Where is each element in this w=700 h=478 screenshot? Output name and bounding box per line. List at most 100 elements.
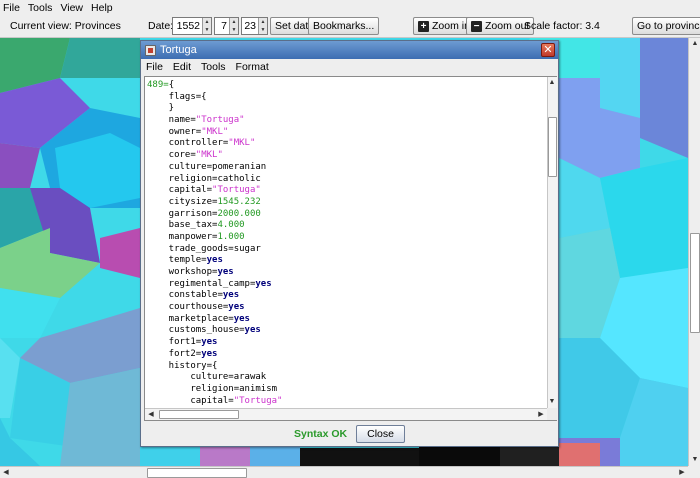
scroll-up-arrow[interactable]: ▲: [689, 38, 700, 50]
map-vscroll-thumb[interactable]: [690, 233, 700, 333]
code-token: yes: [206, 255, 223, 266]
code-line: customs_house=yes: [147, 325, 547, 337]
code-line: workshop=yes: [147, 267, 547, 279]
month-spinner-arrows[interactable]: ▲ ▼: [229, 18, 238, 34]
code-token: capital=: [147, 395, 234, 406]
scale-factor-label: Scale factor: 3.4: [524, 20, 600, 32]
go-to-province-button[interactable]: Go to province: [632, 17, 700, 35]
code-token: yes: [201, 348, 218, 359]
editor-scroll-down-arrow[interactable]: ▼: [547, 396, 557, 408]
main-toolbar: Current view: Provinces Date: 1552 ▲ ▼ 7 …: [0, 15, 700, 38]
map-hscroll-thumb[interactable]: [147, 468, 247, 478]
editor-vertical-scrollbar[interactable]: ▲ ▼: [547, 77, 557, 408]
code-line: 489={: [147, 80, 547, 92]
code-token: temple=: [147, 255, 207, 266]
code-token: yes: [201, 337, 218, 348]
code-token: workshop=: [147, 267, 218, 277]
map-vertical-scrollbar[interactable]: ▲ ▼: [688, 38, 700, 466]
code-token: manpower=: [147, 231, 218, 242]
year-spinner-arrows[interactable]: ▲ ▼: [202, 18, 211, 34]
day-spinner[interactable]: 23 ▲ ▼: [241, 17, 268, 35]
main-menubar: File Tools View Help: [0, 0, 700, 15]
editor-scroll-left-arrow[interactable]: ◀: [145, 409, 157, 421]
day-spinner-arrows[interactable]: ▲ ▼: [258, 18, 267, 34]
close-icon[interactable]: ✕: [541, 43, 555, 57]
syntax-status: Syntax OK: [294, 428, 348, 440]
month-spinner[interactable]: 7 ▲ ▼: [214, 17, 239, 35]
code-token: yes: [255, 278, 272, 289]
code-token: 4.000: [217, 220, 245, 231]
code-token: core=: [147, 150, 196, 161]
code-token: fort2=: [147, 348, 202, 359]
dialog-menu-file[interactable]: File: [146, 61, 163, 73]
code-line: controller="MKL": [147, 138, 547, 150]
dialog-titlebar[interactable]: Tortuga ✕: [141, 41, 558, 59]
code-token: yes: [233, 313, 250, 324]
code-line: }: [147, 103, 547, 115]
code-line: fort1=yes: [147, 337, 547, 349]
code-token: flags={: [147, 91, 207, 102]
code-token: history={: [147, 360, 218, 371]
code-line: flags={: [147, 92, 547, 104]
code-line: religion=animism: [147, 384, 547, 396]
menu-help[interactable]: Help: [91, 2, 113, 14]
code-line: capital="Tortuga": [147, 396, 547, 408]
menu-view[interactable]: View: [60, 2, 83, 14]
zoom-in-label: Zoom in: [432, 20, 470, 32]
code-line: regimental_camp=yes: [147, 279, 547, 291]
code-token: 1.000: [217, 231, 245, 242]
code-token: religion=animism: [147, 383, 278, 394]
menu-file[interactable]: File: [3, 2, 20, 14]
scroll-down-arrow[interactable]: ▼: [689, 454, 700, 466]
code-line: base_tax=4.000: [147, 220, 547, 232]
code-line: fort2=yes: [147, 349, 547, 361]
editor-hscroll-thumb[interactable]: [159, 410, 239, 419]
close-button[interactable]: Close: [356, 425, 405, 443]
scroll-right-arrow[interactable]: ▶: [676, 467, 688, 478]
code-token: 2000.000: [217, 208, 261, 219]
menu-tools[interactable]: Tools: [28, 2, 53, 14]
code-line: culture=arawak: [147, 372, 547, 384]
scrollbar-corner: [688, 466, 700, 478]
dialog-menu-tools[interactable]: Tools: [201, 61, 226, 73]
current-view-label: Current view: Provinces: [10, 20, 121, 32]
editor-scroll-up-arrow[interactable]: ▲: [547, 77, 557, 89]
code-line: constable=yes: [147, 290, 547, 302]
code-token: }: [147, 103, 175, 114]
code-token: capital=: [147, 185, 213, 196]
code-line: owner="MKL": [147, 127, 547, 139]
day-value: 23: [244, 20, 256, 32]
code-token: marketplace=: [147, 313, 234, 324]
editor-horizontal-scrollbar[interactable]: ◀ ▶: [145, 408, 547, 420]
date-label: Date:: [148, 20, 174, 32]
code-token: yes: [217, 267, 234, 277]
code-text-area[interactable]: 489={ flags={ } name="Tortuga" owner="MK…: [145, 77, 547, 408]
scroll-left-arrow[interactable]: ◀: [0, 467, 12, 478]
code-token: yes: [222, 290, 240, 301]
code-token: fort1=: [147, 337, 202, 348]
code-token: garrison=: [147, 208, 218, 219]
code-token: "MKL": [195, 150, 223, 161]
code-line: name="Tortuga": [147, 115, 547, 127]
editor-vscroll-thumb[interactable]: [548, 117, 557, 177]
code-token: trade_goods=sugar: [147, 243, 261, 254]
code-token: "Tortuga": [233, 395, 283, 406]
code-token: base_tax=: [147, 220, 218, 231]
year-spinner[interactable]: 1552 ▲ ▼: [172, 17, 212, 35]
code-token: customs_house=: [147, 325, 245, 336]
code-line: manpower=1.000: [147, 232, 547, 244]
map-horizontal-scrollbar[interactable]: ◀ ▶: [0, 466, 688, 478]
editor-scroll-right-arrow[interactable]: ▶: [535, 409, 547, 421]
code-token: yes: [244, 325, 261, 336]
bookmarks-button[interactable]: Bookmarks...: [308, 17, 380, 35]
code-line: trade_goods=sugar: [147, 244, 547, 256]
dialog-menu-format[interactable]: Format: [236, 61, 269, 73]
code-line: temple=yes: [147, 255, 547, 267]
code-line: religion=catholic: [147, 174, 547, 186]
zoom-out-label: Zoom out: [485, 20, 530, 32]
code-line: culture=pomeranian: [147, 162, 547, 174]
minus-icon: −: [471, 20, 482, 32]
dialog-menu-edit[interactable]: Edit: [173, 61, 191, 73]
code-editor[interactable]: 489={ flags={ } name="Tortuga" owner="MK…: [144, 76, 557, 421]
code-token: "MKL": [228, 138, 256, 149]
